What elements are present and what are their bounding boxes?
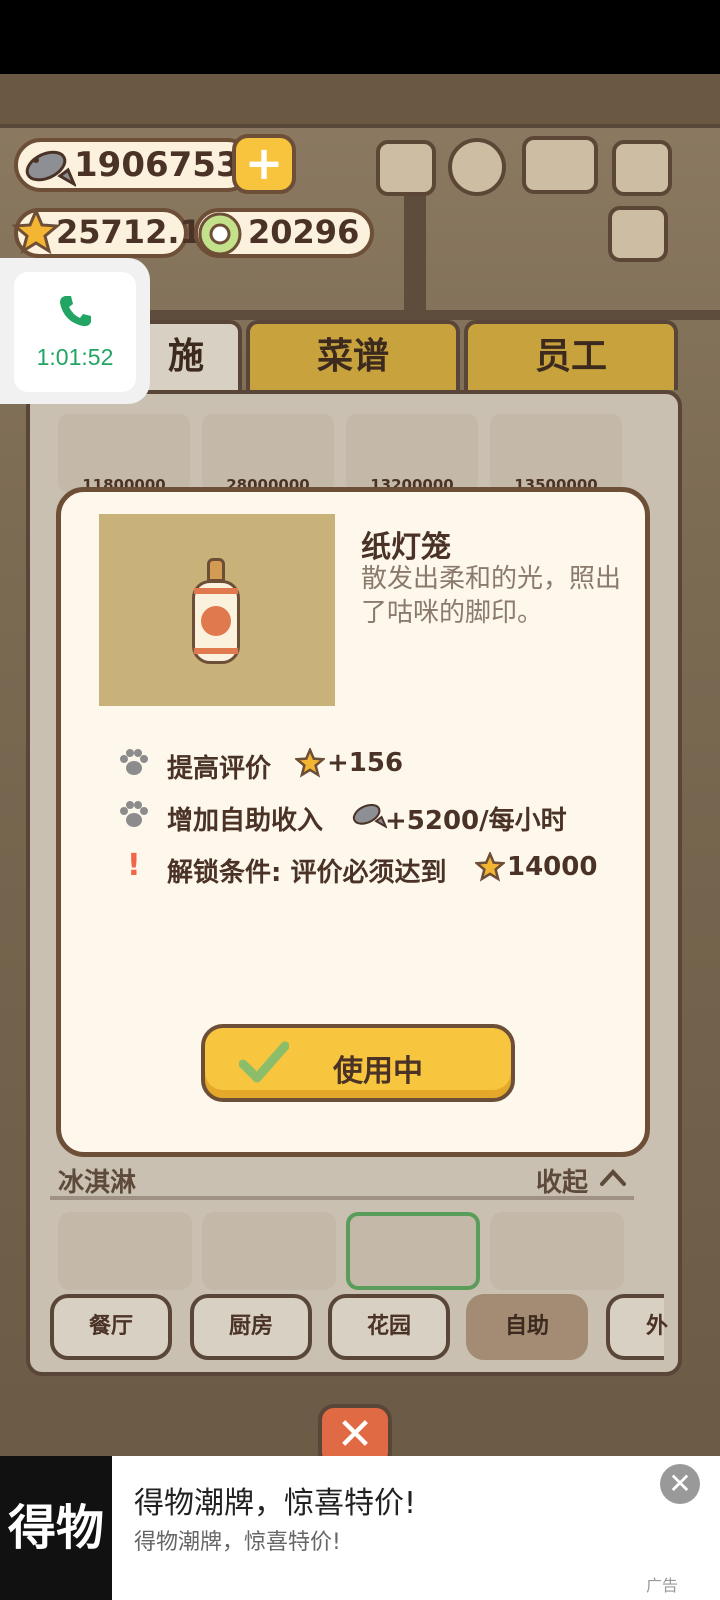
status-bar xyxy=(0,0,720,74)
facility-card[interactable]: 13500000 xyxy=(490,414,622,494)
ice-cream-item-card-selected[interactable] xyxy=(346,1212,480,1290)
facility-card[interactable]: 28000000 xyxy=(202,414,334,494)
facility-card[interactable]: 11800000 xyxy=(58,414,190,494)
stat-unlock-condition: ! 解锁条件: 评价必须达到 14000 xyxy=(117,848,637,888)
category-label: 厨房 xyxy=(228,1314,273,1339)
stat-label: 提高评价 xyxy=(167,754,272,784)
category-garden[interactable]: 花园 xyxy=(328,1294,450,1360)
star-rating: 25712.1 xyxy=(56,213,202,251)
category-self-service[interactable]: 自助 xyxy=(466,1294,588,1360)
category-label: 餐厅 xyxy=(88,1314,133,1339)
item-detail-modal: 纸灯笼 散发出柔和的光，照出了咕咪的脚印。 提高评价 +156 增加自助收入 +… xyxy=(56,487,650,1157)
stat-value: 14000 xyxy=(507,852,598,882)
tab-facilities-label: 施 xyxy=(167,336,204,377)
ad-tag: 广告 xyxy=(646,1576,679,1595)
star-icon xyxy=(475,852,505,882)
category-label: 外 xyxy=(646,1314,669,1339)
tab-recipes[interactable]: 菜谱 xyxy=(246,320,460,390)
paw-icon xyxy=(120,801,148,827)
category-kitchen[interactable]: 厨房 xyxy=(190,1294,312,1360)
lantern-band-bottom xyxy=(194,648,238,654)
lantern-band-top xyxy=(194,588,238,594)
tab-staff-label: 员工 xyxy=(534,336,607,377)
book-icon[interactable] xyxy=(522,136,598,194)
stat-label: 增加自助收入 xyxy=(167,806,324,836)
fish-icon xyxy=(352,803,387,829)
paw-print-icon xyxy=(201,606,231,636)
fish-count: 1906753 xyxy=(74,145,240,185)
tab-recipes-label: 菜谱 xyxy=(316,336,389,377)
stat-label: 解锁条件: 评价必须达到 xyxy=(167,858,447,888)
item-description: 散发出柔和的光，照出了咕咪的脚印。 xyxy=(361,564,622,628)
coin-icon xyxy=(198,212,242,256)
category-label: 自助 xyxy=(504,1314,549,1339)
star-icon xyxy=(295,748,325,778)
in-use-label: 使用中 xyxy=(333,1054,423,1089)
ad-subtitle: 得物潮牌，惊喜特价! xyxy=(134,1530,341,1555)
star-rating-counter: 25712.1 xyxy=(12,208,202,258)
star-icon xyxy=(12,208,60,255)
collapse-toggle[interactable]: 收起 xyxy=(536,1160,632,1198)
ad-close-icon[interactable]: ✕ xyxy=(660,1464,700,1504)
add-fish-button[interactable]: + xyxy=(232,134,296,194)
coin-counter: 20296 xyxy=(194,208,374,258)
category-restaurant[interactable]: 餐厅 xyxy=(50,1294,172,1360)
item-name: 纸灯笼 xyxy=(361,530,451,565)
chevron-up-icon xyxy=(600,1169,626,1186)
category-label: 花园 xyxy=(366,1314,411,1339)
call-timer: 1:01:52 xyxy=(36,344,114,370)
ice-cream-item-card[interactable] xyxy=(202,1212,336,1290)
ceiling-beam xyxy=(0,74,720,128)
ice-cream-item-card[interactable] xyxy=(58,1212,192,1290)
ad-logo: 得物 xyxy=(0,1456,112,1600)
camera-icon[interactable] xyxy=(612,140,672,196)
collapse-label: 收起 xyxy=(536,1168,589,1198)
stat-self-service-income: 增加自助收入 +5200/每小时 xyxy=(117,796,637,836)
category-outdoor[interactable]: 外 xyxy=(606,1294,668,1360)
ranking-icon[interactable] xyxy=(376,140,436,196)
in-use-button[interactable]: 使用中 xyxy=(201,1024,515,1102)
exclamation-icon: ! xyxy=(127,848,141,883)
newspaper-icon[interactable] xyxy=(608,206,668,262)
paw-icon xyxy=(120,749,148,775)
facility-card[interactable]: 13200000 xyxy=(346,414,478,494)
section-divider xyxy=(50,1196,634,1200)
phone-icon xyxy=(60,296,91,327)
stat-rating-boost: 提高评价 +156 xyxy=(117,744,617,784)
settings-gear-icon[interactable] xyxy=(448,138,506,196)
stat-value: +156 xyxy=(327,748,404,778)
ad-title: 得物潮牌，惊喜特价! xyxy=(134,1486,417,1521)
ad-banner[interactable]: 得物 得物潮牌，惊喜特价! 得物潮牌，惊喜特价! ✕ 广告 xyxy=(0,1456,720,1600)
stat-value: +5200/每小时 xyxy=(385,806,567,836)
fish-counter: 1906753 xyxy=(14,138,254,192)
ice-cream-item-card[interactable] xyxy=(490,1212,624,1290)
fish-icon xyxy=(25,150,76,187)
wall-post xyxy=(404,180,426,320)
tab-staff[interactable]: 员工 xyxy=(464,320,678,390)
ongoing-call-bubble[interactable]: 1:01:52 xyxy=(14,272,136,392)
lantern-cap-shape xyxy=(207,558,225,582)
section-title: 冰淇淋 xyxy=(58,1168,137,1198)
coin-count: 20296 xyxy=(248,213,360,251)
